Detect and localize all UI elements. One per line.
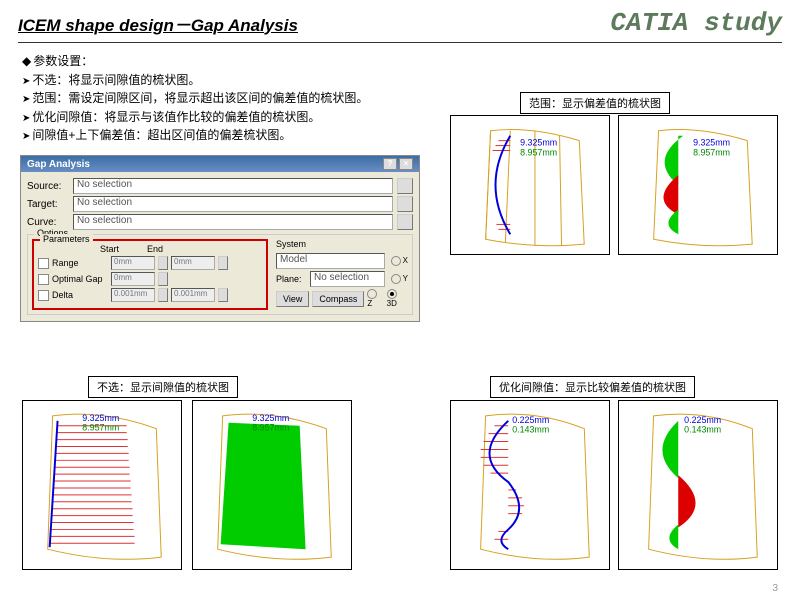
axis-z[interactable]: Z [367,289,383,308]
view-button[interactable]: View [276,291,309,307]
delta-label: Delta [52,290,108,300]
svg-text:8.957mm: 8.957mm [520,147,557,157]
curve-label: Curve: [27,217,69,228]
compass-button[interactable]: Compass [312,291,364,307]
spinner-icon[interactable] [158,272,168,286]
pick-icon[interactable] [397,214,413,230]
thumb-none-1: 9.325mm 8.957mm [22,400,182,570]
svg-text:0.225mm: 0.225mm [512,415,549,425]
target-label: Target: [27,199,69,210]
bullet-item: 不选：将显示间隙值的梳状图。 [22,71,368,90]
end-header: End [147,244,163,254]
optimal-input[interactable]: 0mm [111,272,155,286]
system-legend: System [276,239,408,249]
brand-logo: CATIA study [610,8,782,38]
dialog-titlebar[interactable]: Gap Analysis ? × [21,156,419,172]
svg-text:9.325mm: 9.325mm [252,413,289,423]
header-divider [18,42,782,43]
spinner-icon[interactable] [158,256,168,270]
page-title: ICEM shape design－Gap Analysis [18,11,298,36]
optimal-checkbox[interactable] [38,274,49,285]
svg-text:9.325mm: 9.325mm [693,138,730,148]
svg-text:9.325mm: 9.325mm [82,413,119,423]
svg-text:0.143mm: 0.143mm [684,425,721,435]
delta-start-input[interactable]: 0.001mm [111,288,155,302]
range-checkbox[interactable] [38,258,49,269]
caption-range: 范围：显示偏差值的梳状图 [520,92,670,114]
page-number: 3 [772,583,778,594]
range-start-input[interactable]: 0mm [111,256,155,270]
help-icon[interactable]: ? [383,158,397,170]
delta-checkbox[interactable] [38,290,49,301]
source-label: Source: [27,181,69,192]
thumb-range-2: 9.325mm 8.957mm [618,115,778,255]
svg-text:9.325mm: 9.325mm [520,138,557,148]
pick-icon[interactable] [397,196,413,212]
model-select[interactable]: Model [276,253,385,269]
range-label: Range [52,258,108,268]
range-end-input[interactable]: 0mm [171,256,215,270]
svg-text:0.225mm: 0.225mm [684,415,721,425]
bullet-heading: 参数设置： [22,52,368,71]
spinner-icon[interactable] [218,288,228,302]
svg-text:8.957mm: 8.957mm [82,423,119,433]
curve-field[interactable]: No selection [73,214,393,230]
thumb-opt-1: 0.225mm 0.143mm [450,400,610,570]
delta-end-input[interactable]: 0.001mm [171,288,215,302]
bullet-item: 优化间隙值：将显示与该值作比较的偏差值的梳状图。 [22,108,368,127]
svg-text:0.143mm: 0.143mm [512,425,549,435]
axis-3d[interactable]: 3D [387,289,408,308]
target-field[interactable]: No selection [73,196,393,212]
plane-field[interactable]: No selection [310,271,385,287]
svg-text:8.957mm: 8.957mm [693,147,730,157]
axis-x[interactable]: X [391,256,408,266]
bullet-item: 范围：需设定间隙区间，将显示超出该区间的偏差值的梳状图。 [22,89,368,108]
parameter-notes: 参数设置： 不选：将显示间隙值的梳状图。 范围：需设定间隙区间，将显示超出该区间… [22,52,368,145]
dialog-title-text: Gap Analysis [27,159,90,170]
thumb-none-2: 9.325mm 8.957mm [192,400,352,570]
close-icon[interactable]: × [399,158,413,170]
spinner-icon[interactable] [218,256,228,270]
svg-text:8.957mm: 8.957mm [252,423,289,433]
spinner-icon[interactable] [158,288,168,302]
gap-analysis-dialog: Gap Analysis ? × Source: No selection Tar… [20,155,420,322]
bullet-item: 间隙值+上下偏差值：超出区间值的偏差梳状图。 [22,126,368,145]
axis-y[interactable]: Y [391,274,408,284]
caption-optimal: 优化间隙值：显示比较偏差值的梳状图 [490,376,695,398]
thumb-range-1: 9.325mm 8.957mm [450,115,610,255]
start-header: Start [100,244,119,254]
caption-none: 不选：显示间隙值的梳状图 [88,376,238,398]
optimal-label: Optimal Gap [52,274,108,284]
plane-label: Plane: [276,274,304,284]
pick-icon[interactable] [397,178,413,194]
parameters-legend: Parameters [40,234,93,244]
thumb-opt-2: 0.225mm 0.143mm [618,400,778,570]
source-field[interactable]: No selection [73,178,393,194]
